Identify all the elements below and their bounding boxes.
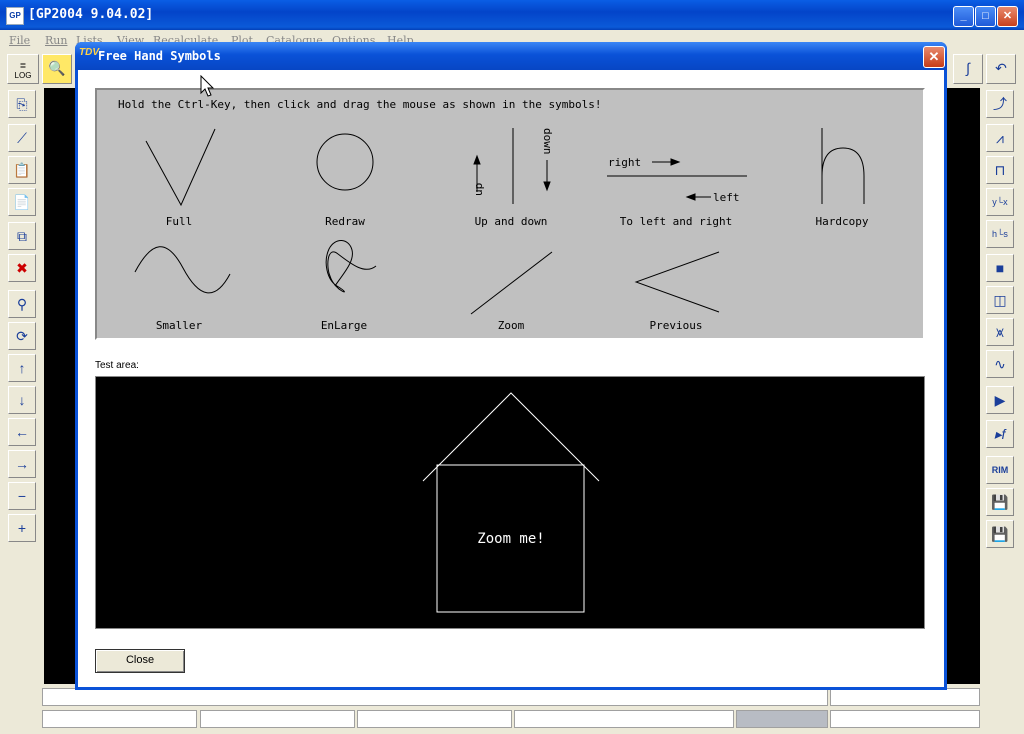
right-arrow-text: right [608,156,641,169]
status-cell [830,710,980,728]
rim-icon[interactable]: RIM [986,456,1014,484]
log-button[interactable]: ≣ LOG [7,54,39,84]
maximize-button[interactable]: □ [975,6,996,27]
close-window-button[interactable]: ✕ [997,6,1018,27]
zoom-right-icon[interactable]: → [8,450,36,478]
tdv-icon: TDV [79,47,99,58]
dialog-body: Hold the Ctrl-Key, then click and drag t… [78,70,944,687]
full-gesture [145,128,216,207]
left-toolbar: ⎘ ⟋ 📋 📄 ⧉ ✖ ⚲ ⟳ ↑ ↓ ← → − + [4,90,40,550]
down-arrow-text: down [541,128,554,155]
dialog-close-icon[interactable]: ✕ [923,46,945,68]
paste-plot-icon[interactable]: 📋 [8,156,36,184]
label-zoom: Zoom [497,319,525,332]
zoom-gesture [470,251,553,315]
label-hardcopy: Hardcopy [815,215,869,228]
status-cell [736,710,828,728]
house-drawing [422,392,600,613]
previous-gesture [634,251,720,313]
save-right-icon[interactable]: 💾 [986,520,1014,548]
label-left-right: To left and right [619,215,733,228]
close-button[interactable]: Close [95,649,185,673]
plot-hold-icon[interactable]: ⊓ [986,156,1014,184]
zoom-down-icon[interactable]: ↓ [8,386,36,414]
status-cell [514,710,734,728]
label-previous: Previous [649,319,703,332]
up-arrowhead [473,154,481,165]
label-enlarge: EnLarge [320,319,368,332]
dialog-title: Free Hand Symbols [98,49,221,63]
save-left-icon[interactable]: 💾 [986,488,1014,516]
enlarge-gesture [325,240,377,293]
zoom-rotate-icon[interactable]: ⟳ [8,322,36,350]
zoom-in-icon[interactable]: + [8,514,36,542]
down-arrowhead [543,181,551,192]
label-redraw: Redraw [325,215,365,228]
run-icon[interactable]: ▶ [986,386,1014,414]
undo-icon[interactable]: ↶ [986,54,1016,84]
copy-plot-icon[interactable]: ⎘ [8,90,36,118]
zoom-me-text: Zoom me! [477,531,545,547]
plot-3d-icon[interactable]: ■ [986,254,1014,282]
status-cell [200,710,355,728]
zoom-window-icon[interactable]: ⚲ [8,290,36,318]
plot-frame-icon[interactable]: ◫ [986,286,1014,314]
delete-plot-icon[interactable]: ✖ [8,254,36,282]
house-roof [422,392,600,482]
free-hand-symbols-dialog: TDV Free Hand Symbols ✕ Hold the Ctrl-Ke… [75,42,947,690]
status-cell [42,710,197,728]
plot-noise-icon[interactable]: ⩙ [986,318,1014,346]
left-arrow-text: left [713,191,740,204]
label-up-down: Up and down [474,215,548,228]
mouse-cursor-icon [200,75,215,97]
plot-yx-icon[interactable]: y└x [986,188,1014,216]
copy-all-icon[interactable]: ⧉ [8,222,36,250]
menu-run[interactable]: Run [45,34,67,47]
log-icon: ≣ [19,61,27,70]
zoom-up-icon[interactable]: ↑ [8,354,36,382]
plot-frequency-icon[interactable]: ⩘ [986,124,1014,152]
left-arrowhead [685,193,696,201]
status-cell [830,688,980,706]
menu-file[interactable]: File [9,34,30,47]
plot-curve-icon[interactable]: ∿ [986,350,1014,378]
copy-page-icon[interactable]: 📄 [8,188,36,216]
up-arrow-text: up [472,183,485,196]
run-function-icon[interactable]: ▸f [986,420,1014,448]
test-area-label: Test area: [95,360,139,371]
label-full: Full [165,215,193,228]
right-toolbar: ⤴ ⩘ ⊓ y└x h└s ■ ◫ ⩙ ∿ ▶ ▸f RIM 💾 💾 [982,90,1020,550]
symbols-panel: Hold the Ctrl-Key, then click and drag t… [95,88,925,340]
plot-graph-icon[interactable]: ⤴ [986,90,1014,118]
status-cell [42,688,828,706]
plot-line-icon[interactable]: ⟋ [8,124,36,152]
redraw-gesture [316,133,374,191]
symbol-gestures: up down right left [134,128,865,315]
zoom-left-icon[interactable]: ← [8,418,36,446]
main-title-bar[interactable]: GP [GP2004 9.04.02] _ □ ✕ [0,0,1024,30]
plot-hs-icon[interactable]: h└s [986,220,1014,248]
zoom-out-icon[interactable]: − [8,482,36,510]
curve-x3-icon[interactable]: ∫ [953,54,983,84]
label-smaller: Smaller [155,319,203,332]
search-icon[interactable]: 🔍 [42,54,72,84]
hardcopy-gesture [821,128,865,204]
minimize-button[interactable]: _ [953,6,974,27]
status-cell [357,710,512,728]
test-area[interactable]: Zoom me! [95,376,925,629]
dialog-title-bar[interactable]: TDV Free Hand Symbols [75,42,947,70]
app-icon: GP [6,7,24,25]
smaller-gesture [134,246,231,294]
window-title: [GP2004 9.04.02] [28,7,154,22]
right-arrowhead [670,158,681,166]
